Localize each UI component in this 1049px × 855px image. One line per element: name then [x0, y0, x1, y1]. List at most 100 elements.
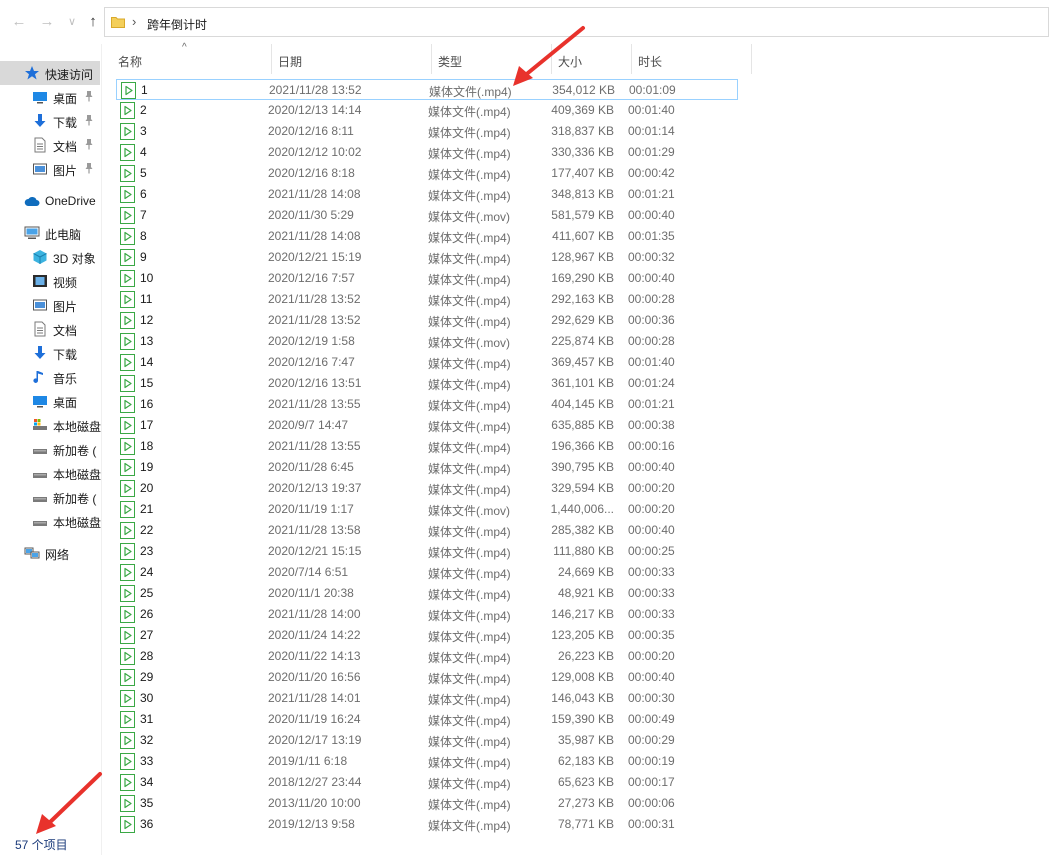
sidebar-item[interactable]: 桌面: [0, 389, 102, 413]
file-row[interactable]: 23 2020/12/21 15:15 媒体文件(.mp4) 111,880 KB 00…: [116, 541, 738, 562]
file-duration: 00:00:35: [628, 628, 675, 642]
sidebar-item[interactable]: 快速访问: [0, 61, 100, 85]
sidebar-item[interactable]: 下载: [0, 109, 102, 133]
chevron-right-icon[interactable]: ›: [132, 14, 136, 29]
file-type: 媒体文件(.mp4): [428, 483, 511, 497]
address-bar[interactable]: › 跨年倒计时: [104, 7, 1049, 37]
file-row[interactable]: 19 2020/11/28 6:45 媒体文件(.mp4) 390,795 KB 00:…: [116, 457, 738, 478]
back-button[interactable]: ←: [10, 13, 28, 31]
file-duration: 00:00:38: [628, 418, 675, 432]
file-row[interactable]: 10 2020/12/16 7:57 媒体文件(.mp4) 169,290 KB 00:…: [116, 268, 738, 289]
column-header[interactable]: 时长: [632, 44, 752, 74]
file-row[interactable]: 31 2020/11/19 16:24 媒体文件(.mp4) 159,390 KB 00…: [116, 709, 738, 730]
file-size: 330,336 KB: [551, 145, 614, 159]
file-type: 媒体文件(.mp4): [428, 819, 511, 833]
sidebar-item[interactable]: 新加卷 (: [0, 485, 102, 509]
file-row[interactable]: 17 2020/9/7 14:47 媒体文件(.mp4) 635,885 KB 00:0…: [116, 415, 738, 436]
sidebar-item[interactable]: 桌面: [0, 85, 102, 109]
sidebar-item[interactable]: 本地磁盘: [0, 509, 102, 533]
file-duration: 00:00:36: [628, 313, 675, 327]
column-header[interactable]: 大小: [552, 44, 632, 74]
file-row[interactable]: 16 2021/11/28 13:55 媒体文件(.mp4) 404,145 KB 00…: [116, 394, 738, 415]
recent-locations-button[interactable]: ∨: [63, 13, 81, 31]
file-row[interactable]: 15 2020/12/16 13:51 媒体文件(.mp4) 361,101 KB 00…: [116, 373, 738, 394]
file-row[interactable]: 25 2020/11/1 20:38 媒体文件(.mp4) 48,921 KB 00:0…: [116, 583, 738, 604]
sidebar-item[interactable]: 下载: [0, 341, 102, 365]
file-duration: 00:01:21: [628, 397, 675, 411]
file-row[interactable]: 35 2013/11/20 10:00 媒体文件(.mp4) 27,273 KB 00:…: [116, 793, 738, 814]
file-duration: 00:00:33: [628, 586, 675, 600]
file-row[interactable]: 9 2020/12/21 15:19 媒体文件(.mp4) 128,967 KB 00:…: [116, 247, 738, 268]
file-row[interactable]: 13 2020/12/19 1:58 媒体文件(.mov) 225,874 KB 00:…: [116, 331, 738, 352]
sidebar-item-label: 文档: [53, 324, 78, 338]
column-header-label: 名称: [118, 55, 143, 69]
file-row[interactable]: 21 2020/11/19 1:17 媒体文件(.mov) 1,440,006... 0…: [116, 499, 738, 520]
file-row[interactable]: 28 2020/11/22 14:13 媒体文件(.mp4) 26,223 KB 00:…: [116, 646, 738, 667]
file-row[interactable]: 34 2018/12/27 23:44 媒体文件(.mp4) 65,623 KB 00:…: [116, 772, 738, 793]
file-size: 24,669 KB: [557, 565, 614, 579]
file-duration: 00:00:06: [628, 796, 675, 810]
pin-icon: [84, 114, 94, 126]
file-row[interactable]: 36 2019/12/13 9:58 媒体文件(.mp4) 78,771 KB 00:0…: [116, 814, 738, 835]
file-row[interactable]: 24 2020/7/14 6:51 媒体文件(.mp4) 24,669 KB 00:00…: [116, 562, 738, 583]
sidebar-item[interactable]: 图片: [0, 293, 102, 317]
sidebar-item[interactable]: OneDrive: [0, 189, 102, 213]
sidebar-item[interactable]: 新加卷 (: [0, 437, 102, 461]
media-file-icon: [120, 207, 135, 224]
column-header[interactable]: 日期: [272, 44, 432, 74]
column-header-label: 时长: [638, 55, 663, 69]
sidebar-item[interactable]: 文档: [0, 317, 102, 341]
file-duration: 00:01:24: [628, 376, 675, 390]
sidebar-item[interactable]: 文档: [0, 133, 102, 157]
file-row[interactable]: 6 2021/11/28 14:08 媒体文件(.mp4) 348,813 KB 00:…: [116, 184, 738, 205]
file-row[interactable]: 7 2020/11/30 5:29 媒体文件(.mov) 581,579 KB 00:0…: [116, 205, 738, 226]
sidebar-item[interactable]: 网络: [0, 541, 102, 565]
media-file-icon: [120, 627, 135, 644]
file-row[interactable]: 30 2021/11/28 14:01 媒体文件(.mp4) 146,043 KB 00…: [116, 688, 738, 709]
sidebar-item-label: 下载: [53, 348, 78, 362]
breadcrumb-current-folder[interactable]: 跨年倒计时: [147, 16, 207, 33]
file-row[interactable]: 3 2020/12/16 8:11 媒体文件(.mp4) 318,837 KB 00:0…: [116, 121, 738, 142]
file-date: 2021/11/28 13:55: [268, 397, 361, 411]
file-row[interactable]: 14 2020/12/16 7:47 媒体文件(.mp4) 369,457 KB 00:…: [116, 352, 738, 373]
file-row[interactable]: 1 2021/11/28 13:52 媒体文件(.mp4) 354,012 KB 00:…: [116, 79, 738, 100]
file-size: 635,885 KB: [551, 418, 614, 432]
file-row[interactable]: 11 2021/11/28 13:52 媒体文件(.mp4) 292,163 KB 00…: [116, 289, 738, 310]
file-size: 65,623 KB: [557, 775, 614, 789]
file-duration: 00:00:28: [628, 334, 675, 348]
file-duration: 00:00:20: [628, 502, 675, 516]
file-row[interactable]: 12 2021/11/28 13:52 媒体文件(.mp4) 292,629 KB 00…: [116, 310, 738, 331]
media-file-icon: [120, 501, 135, 518]
file-date: 2020/12/16 7:57: [268, 271, 355, 285]
file-size: 361,101 KB: [551, 376, 614, 390]
sidebar-item[interactable]: 3D 对象: [0, 245, 102, 269]
file-duration: 00:01:40: [628, 103, 675, 117]
file-row[interactable]: 4 2020/12/12 10:02 媒体文件(.mp4) 330,336 KB 00:…: [116, 142, 738, 163]
column-header[interactable]: 名称: [112, 44, 272, 74]
column-header-label: 日期: [278, 55, 303, 69]
file-row[interactable]: 18 2021/11/28 13:55 媒体文件(.mp4) 196,366 KB 00…: [116, 436, 738, 457]
sidebar-item[interactable]: 视频: [0, 269, 102, 293]
up-button[interactable]: ↑: [84, 13, 102, 31]
file-row[interactable]: 2 2020/12/13 14:14 媒体文件(.mp4) 409,369 KB 00:…: [116, 100, 738, 121]
file-row[interactable]: 33 2019/1/11 6:18 媒体文件(.mp4) 62,183 KB 00:00…: [116, 751, 738, 772]
file-row[interactable]: 8 2021/11/28 14:08 媒体文件(.mp4) 411,607 KB 00:…: [116, 226, 738, 247]
media-file-icon: [120, 522, 135, 539]
file-size: 129,008 KB: [551, 670, 614, 684]
file-row[interactable]: 22 2021/11/28 13:58 媒体文件(.mp4) 285,382 KB 00…: [116, 520, 738, 541]
sidebar-item[interactable]: 此电脑: [0, 221, 102, 245]
file-row[interactable]: 26 2021/11/28 14:00 媒体文件(.mp4) 146,217 KB 00…: [116, 604, 738, 625]
sidebar-item[interactable]: 音乐: [0, 365, 102, 389]
sidebar-item[interactable]: 本地磁盘: [0, 413, 102, 437]
file-row[interactable]: 27 2020/11/24 14:22 媒体文件(.mp4) 123,205 KB 00…: [116, 625, 738, 646]
forward-button[interactable]: →: [38, 13, 56, 31]
file-row[interactable]: 32 2020/12/17 13:19 媒体文件(.mp4) 35,987 KB 00:…: [116, 730, 738, 751]
file-date: 2020/12/13 19:37: [268, 481, 362, 495]
file-row[interactable]: 20 2020/12/13 19:37 媒体文件(.mp4) 329,594 KB 00…: [116, 478, 738, 499]
file-row[interactable]: 29 2020/11/20 16:56 媒体文件(.mp4) 129,008 KB 00…: [116, 667, 738, 688]
sidebar-item[interactable]: 图片: [0, 157, 102, 181]
column-header[interactable]: 类型: [432, 44, 552, 74]
file-row[interactable]: 5 2020/12/16 8:18 媒体文件(.mp4) 177,407 KB 00:0…: [116, 163, 738, 184]
sidebar-item[interactable]: 本地磁盘: [0, 461, 102, 485]
file-type: 媒体文件(.mp4): [428, 168, 511, 182]
